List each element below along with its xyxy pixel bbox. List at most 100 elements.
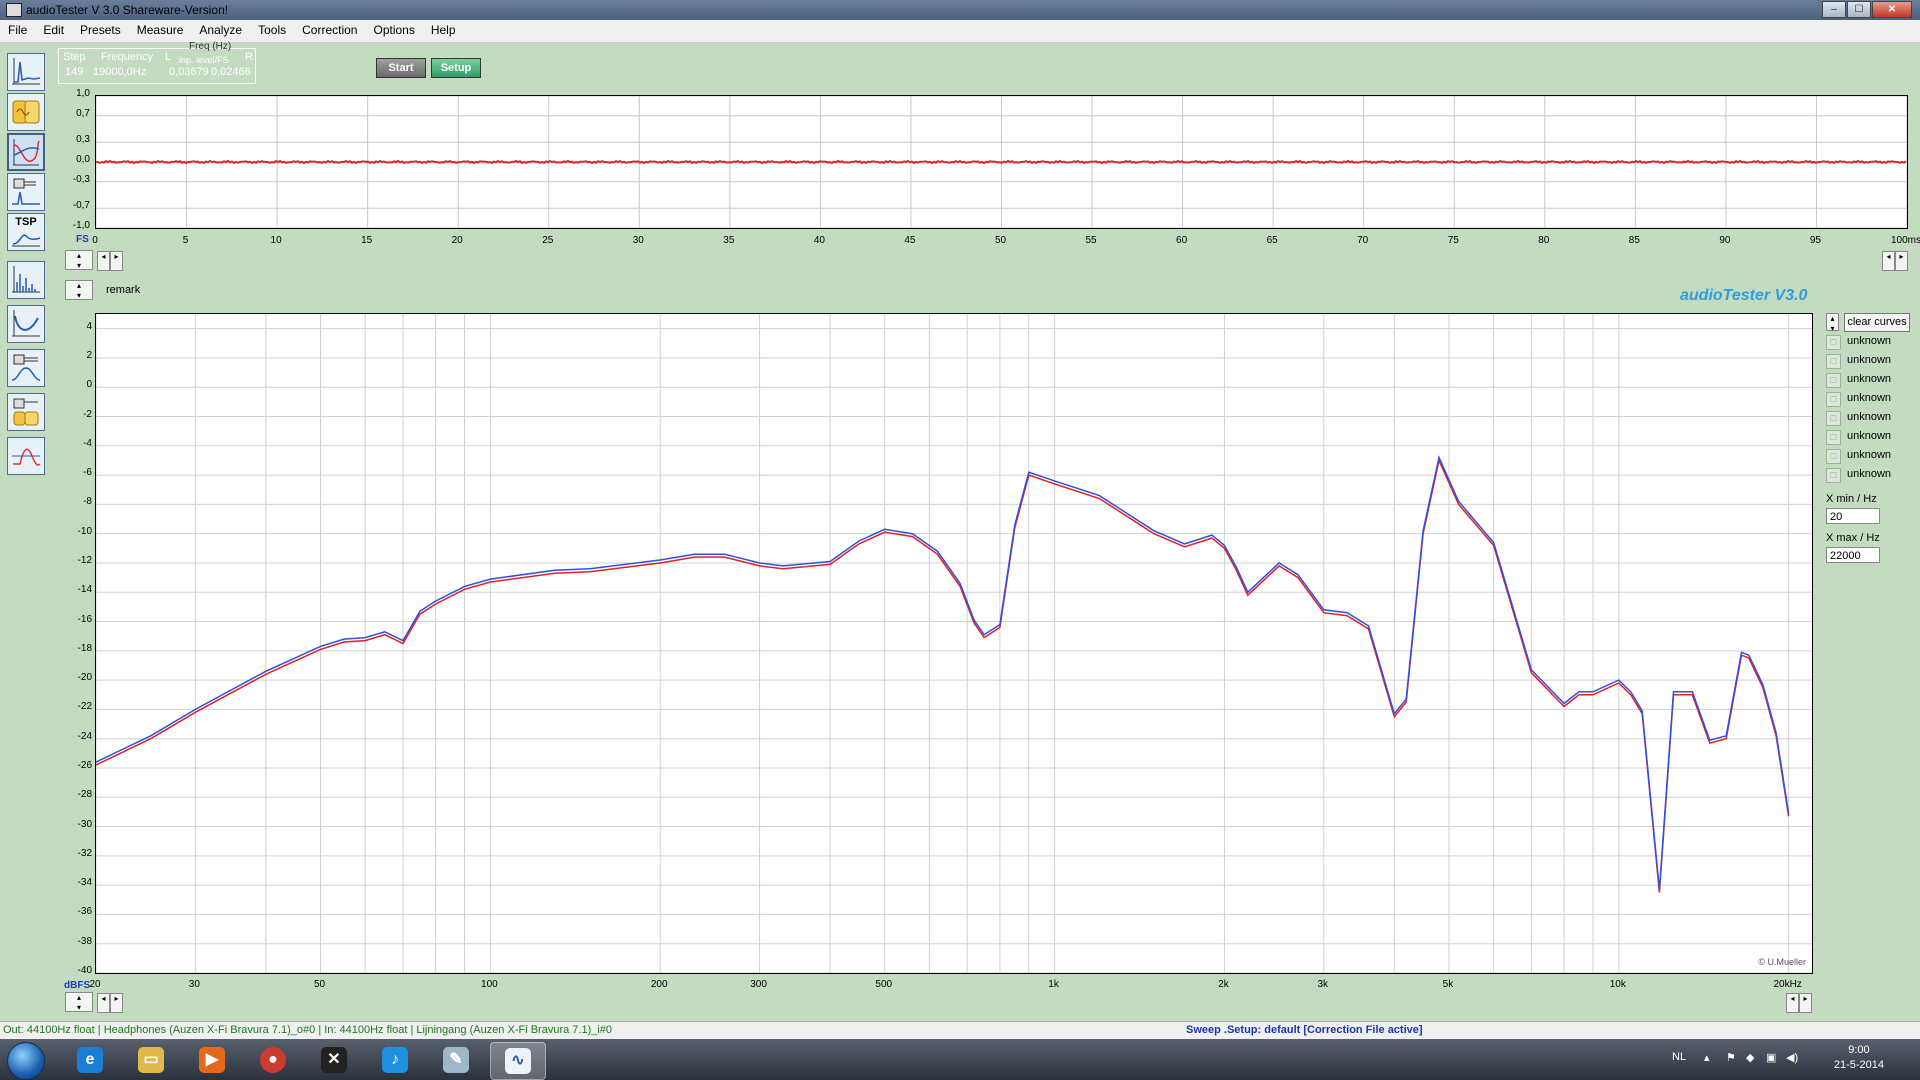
curve-stepper[interactable]: ▴ ▾ xyxy=(1826,313,1839,333)
menu-presets[interactable]: Presets xyxy=(72,20,129,42)
top-y-scale-stepper[interactable]: ▴ ▾ xyxy=(65,250,93,270)
filter-icon xyxy=(11,354,41,381)
network-icon[interactable]: ▣ xyxy=(1766,1051,1776,1064)
bottom-scroll-left[interactable]: ◂ xyxy=(97,993,110,1013)
notepad-taskbar-button[interactable]: ✎ xyxy=(429,1042,483,1078)
maximize-button[interactable]: ☐ xyxy=(1847,1,1871,18)
app-x-taskbar-button[interactable]: ✕ xyxy=(307,1042,361,1078)
curve-checkbox-icon[interactable]: ☐ xyxy=(1826,468,1841,483)
curve-checkbox-icon[interactable]: ☐ xyxy=(1826,449,1841,464)
language-indicator[interactable]: NL xyxy=(1672,1051,1686,1063)
top-x-tick-label: 85 xyxy=(1628,235,1640,246)
xmin-input[interactable]: 20 xyxy=(1826,508,1880,524)
bottom-y-tick-label: -22 xyxy=(77,701,92,713)
menu-edit[interactable]: Edit xyxy=(35,20,72,42)
start-menu-button[interactable] xyxy=(7,1042,45,1080)
audiotester-taskbar-button[interactable]: ∿ xyxy=(490,1042,546,1080)
filter-tool-button[interactable] xyxy=(7,349,45,387)
bottom-zoom-left[interactable]: ◂ xyxy=(1786,993,1799,1013)
top-x-tick-label: 5 xyxy=(182,235,189,246)
bottom-x-tick-label: 1k xyxy=(1048,979,1059,990)
curve-checkbox-icon[interactable]: ☐ xyxy=(1826,392,1841,407)
curve-name: unknown xyxy=(1847,430,1892,442)
bottom-zoom-right[interactable]: ▸ xyxy=(1799,993,1812,1013)
bottom-x-tick-label: 300 xyxy=(750,979,767,990)
input-level-header: inp. level/FS xyxy=(179,55,229,65)
top-x-tick-label: 90 xyxy=(1719,235,1731,246)
frequency-header: Frequency xyxy=(101,51,153,63)
menu-analyze[interactable]: Analyze xyxy=(191,20,250,42)
menu-measure[interactable]: Measure xyxy=(129,20,192,42)
ie-taskbar-button[interactable]: e xyxy=(63,1042,117,1078)
curve-name: unknown xyxy=(1847,354,1892,366)
top-scroll-right[interactable]: ▸ xyxy=(110,251,123,271)
media-player-taskbar-button[interactable]: ▶ xyxy=(185,1042,239,1078)
bottom-y-scale-stepper[interactable]: ▴ ▾ xyxy=(65,280,93,300)
phase-tool-button[interactable] xyxy=(7,437,45,475)
close-button[interactable]: ✕ xyxy=(1872,1,1912,18)
right-level-value: 0,02466 xyxy=(211,66,251,78)
itunes-taskbar-button[interactable]: ♪ xyxy=(368,1042,422,1078)
bottom-scroll-right[interactable]: ▸ xyxy=(110,993,123,1013)
bottom-y-tick-label: -38 xyxy=(77,935,92,947)
title-bar: audioTester V 3.0 Shareware-Version! – ☐… xyxy=(0,0,1920,20)
bottom-y-tick-label: -40 xyxy=(77,965,92,976)
menu-tools[interactable]: Tools xyxy=(250,20,294,42)
bottom-y-tick-label: 4 xyxy=(86,320,92,332)
bottom-x-tick-label: 3k xyxy=(1317,979,1329,990)
top-x-tick-label: 80 xyxy=(1538,235,1550,246)
frequency-value: 19000,0Hz xyxy=(93,66,147,78)
top-zoom-right[interactable]: ▸ xyxy=(1895,251,1908,271)
menu-help[interactable]: Help xyxy=(423,20,464,42)
top-y-tick-label: 0,3 xyxy=(76,134,90,146)
scope-tool-button[interactable] xyxy=(7,53,45,91)
window-title: audioTester V 3.0 Shareware-Version! xyxy=(26,3,229,17)
bottom-y-tick-label: 0 xyxy=(86,379,92,391)
minimize-button[interactable]: – xyxy=(1822,1,1846,18)
bottom-y-tick-label: 2 xyxy=(86,349,92,361)
tool-sidebar: TSP xyxy=(0,47,53,1017)
top-x-tick-label: 10 xyxy=(270,235,282,246)
distortion-tool-button[interactable] xyxy=(7,305,45,343)
xmin-label: X min / Hz xyxy=(1826,493,1877,505)
frequency-response-plot[interactable]: © U.Mueller xyxy=(95,313,1813,974)
show-hidden-icons-icon[interactable]: ▴ xyxy=(1704,1051,1710,1064)
generator-tool-button[interactable] xyxy=(7,93,45,131)
volume-icon[interactable]: ◀) xyxy=(1786,1051,1798,1064)
curve-checkbox-icon[interactable]: ☐ xyxy=(1826,373,1841,388)
level-tool-button[interactable] xyxy=(7,393,45,431)
tsp-tool-button[interactable]: TSP xyxy=(7,213,45,251)
remark-label[interactable]: remark xyxy=(106,284,140,296)
curve-checkbox-icon[interactable]: ☐ xyxy=(1826,335,1841,350)
time-domain-plot[interactable] xyxy=(95,95,1908,229)
curve-checkbox-icon[interactable]: ☐ xyxy=(1826,411,1841,426)
spectrum-tool-button[interactable] xyxy=(7,261,45,299)
impulse-tool-button[interactable] xyxy=(7,173,45,211)
explorer-taskbar-button[interactable]: ▭ xyxy=(124,1042,178,1078)
top-x-tick-label: 25 xyxy=(542,235,554,246)
curve-checkbox-icon[interactable]: ☐ xyxy=(1826,354,1841,369)
bottom-x-tick-label: 500 xyxy=(875,979,893,990)
top-y-tick-label: -1,0 xyxy=(72,220,90,231)
start-button[interactable]: Start xyxy=(376,58,426,78)
clear-curves-button[interactable]: clear curves xyxy=(1844,313,1910,332)
phase-icon xyxy=(12,448,41,466)
flag-icon[interactable]: ⚑ xyxy=(1726,1051,1736,1064)
top-x-tick-label: 50 xyxy=(994,235,1007,246)
menu-options[interactable]: Options xyxy=(365,20,422,42)
dropbox-icon[interactable]: ◆ xyxy=(1746,1051,1754,1064)
bottom-y-tick-label: -20 xyxy=(77,672,92,684)
top-zoom-left[interactable]: ◂ xyxy=(1882,251,1895,271)
menu-correction[interactable]: Correction xyxy=(294,20,365,42)
top-scroll-left[interactable]: ◂ xyxy=(97,251,110,271)
menu-file[interactable]: File xyxy=(0,20,35,42)
top-x-tick-label: 70 xyxy=(1357,235,1369,246)
bottom-x-scale-stepper[interactable]: ▴ ▾ xyxy=(65,992,93,1012)
setup-button[interactable]: Setup xyxy=(431,58,481,78)
sweep-tool-button[interactable] xyxy=(7,133,45,171)
xmax-input[interactable]: 22000 xyxy=(1826,547,1880,563)
curve-checkbox-icon[interactable]: ☐ xyxy=(1826,430,1841,445)
chrome-taskbar-button[interactable]: ● xyxy=(246,1042,300,1078)
top-x-tick-label: 30 xyxy=(632,235,644,246)
clock[interactable]: 9:00 21-5-2014 xyxy=(1834,1043,1884,1073)
